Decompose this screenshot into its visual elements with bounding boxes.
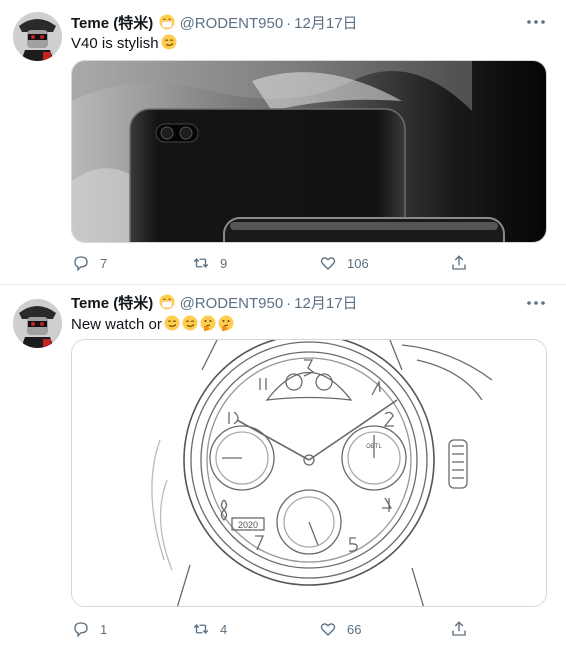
heart-icon — [320, 623, 336, 636]
handle[interactable]: @RODENT950 — [180, 295, 284, 312]
tweet[interactable]: Teme (特米) @RODENT950 · 12月17日 New watch or — [0, 286, 566, 648]
share-button[interactable] — [450, 619, 478, 639]
share-button[interactable] — [450, 253, 478, 273]
tweet-image-watch-sketch[interactable]: 2020 OBTL — [71, 339, 547, 607]
retweet-icon — [193, 623, 209, 635]
like-count: 106 — [347, 255, 369, 271]
mask-emoji — [159, 294, 176, 310]
smirk-emoji — [163, 315, 180, 331]
tweet-text-content: New watch or — [71, 316, 162, 333]
smirk-emoji — [160, 34, 177, 50]
subdial-logo: OBTL — [366, 444, 382, 450]
tweet-text-content: V40 is stylish — [71, 35, 159, 52]
share-icon — [452, 621, 466, 636]
like-button[interactable]: 66 — [319, 619, 361, 639]
tweet-text: V40 is stylish — [71, 34, 177, 52]
date-window-year: 2020 — [238, 520, 258, 530]
retweet-icon — [193, 257, 209, 269]
retweet-button[interactable]: 9 — [192, 253, 227, 273]
reply-icon — [74, 622, 88, 638]
tweet-image-phone[interactable] — [71, 60, 547, 243]
display-name[interactable]: Teme (特米) — [71, 295, 153, 312]
reply-button[interactable]: 7 — [72, 253, 107, 273]
avatar[interactable] — [13, 12, 62, 61]
like-button[interactable]: 106 — [319, 253, 369, 273]
more-options-icon[interactable] — [526, 18, 546, 26]
retweet-count: 4 — [220, 621, 228, 637]
tweet-header: Teme (特米) @RODENT950 · 12月17日 — [71, 12, 358, 33]
tweet-header: Teme (特米) @RODENT950 · 12月17日 — [71, 292, 358, 313]
heart-icon — [320, 257, 336, 270]
tweet[interactable]: Teme (特米) @RODENT950 · 12月17日 V40 is styli… — [0, 0, 566, 285]
tweet-text: New watch or — [71, 315, 234, 333]
avatar[interactable] — [13, 299, 62, 348]
handle[interactable]: @RODENT950 — [180, 15, 284, 32]
thinking-emoji — [217, 315, 234, 331]
display-name[interactable]: Teme (特米) — [71, 15, 153, 32]
smirk-emoji — [181, 315, 198, 331]
separator-dot: · — [286, 15, 292, 32]
retweet-count: 9 — [220, 255, 228, 271]
reply-count: 1 — [100, 621, 108, 637]
timestamp[interactable]: 12月17日 — [294, 295, 357, 312]
share-icon — [452, 255, 466, 270]
timestamp[interactable]: 12月17日 — [294, 15, 357, 32]
separator-dot: · — [286, 295, 292, 312]
reply-button[interactable]: 1 — [72, 619, 107, 639]
retweet-button[interactable]: 4 — [192, 619, 227, 639]
more-options-icon[interactable] — [526, 299, 546, 307]
mask-emoji — [159, 14, 176, 30]
reply-icon — [74, 256, 88, 272]
like-count: 66 — [347, 621, 362, 637]
thinking-emoji — [199, 315, 216, 331]
tweet-actions: 7 9 106 — [72, 253, 472, 273]
reply-count: 7 — [100, 255, 108, 271]
tweet-actions: 1 4 66 — [72, 619, 472, 639]
